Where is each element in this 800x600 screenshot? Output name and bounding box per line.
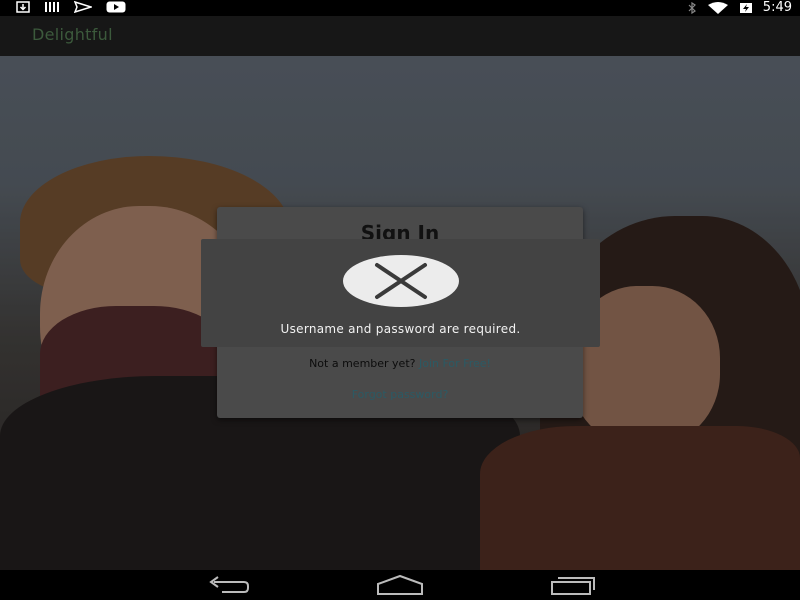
- app-title: Delightful: [32, 25, 113, 44]
- back-icon[interactable]: [206, 574, 252, 596]
- home-icon[interactable]: [376, 574, 424, 596]
- battery-charging-icon: [739, 3, 752, 13]
- recents-icon[interactable]: [550, 574, 596, 596]
- download-icon: [16, 1, 30, 13]
- status-bar: 5:49: [0, 0, 800, 16]
- send-icon: [74, 1, 92, 13]
- alert-message: Username and password are required.: [280, 322, 521, 336]
- system-icons: 5:49: [687, 0, 792, 16]
- close-x-icon: [343, 255, 459, 307]
- action-bar: Delightful: [0, 16, 800, 56]
- error-alert[interactable]: Username and password are required.: [201, 239, 600, 347]
- bluetooth-icon: [688, 2, 696, 14]
- forgot-password-link[interactable]: Forgot password?: [217, 388, 583, 401]
- clock: 5:49: [762, 0, 792, 15]
- join-free-link[interactable]: Join For Free!: [419, 357, 491, 370]
- navigation-bar: [0, 570, 800, 600]
- notification-icons: [16, 1, 126, 13]
- wifi-icon: [707, 2, 728, 14]
- member-prompt-row: Not a member yet? Join For Free!: [217, 357, 583, 370]
- barcode-icon: [45, 2, 59, 12]
- member-prompt-text: Not a member yet?: [309, 357, 416, 370]
- youtube-icon: [106, 1, 126, 13]
